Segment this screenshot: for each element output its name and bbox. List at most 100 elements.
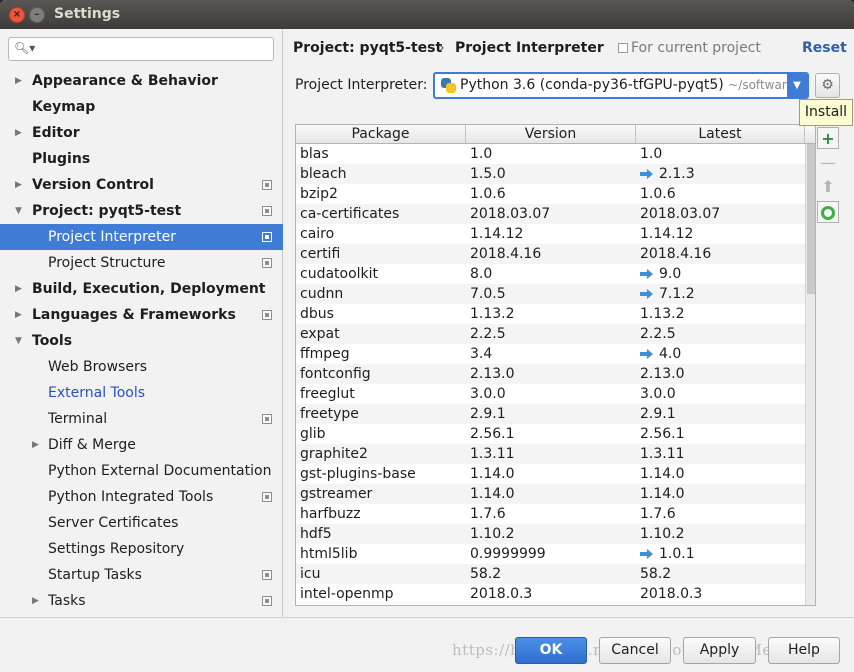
table-row[interactable]: gstreamer 1.14.0 1.14.0 xyxy=(296,484,805,504)
table-row[interactable]: dbus 1.13.2 1.13.2 xyxy=(296,304,805,324)
project-level-icon xyxy=(262,180,272,190)
column-header-package[interactable]: Package xyxy=(296,125,466,144)
sidebar-item[interactable]: ▼ Tools xyxy=(0,328,283,354)
minimize-window-button[interactable]: – xyxy=(29,7,45,23)
table-row[interactable]: fontconfig 2.13.0 2.13.0 xyxy=(296,364,805,384)
table-row[interactable]: certifi 2018.4.16 2018.4.16 xyxy=(296,244,805,264)
latest-cell: 2018.4.16 xyxy=(640,244,711,264)
column-header-version[interactable]: Version xyxy=(466,125,636,144)
install-package-button[interactable]: + xyxy=(817,127,839,149)
scope-label: For current project xyxy=(631,40,761,56)
table-row[interactable]: gst-plugins-base 1.14.0 1.14.0 xyxy=(296,464,805,484)
latest-version-text: 1.0 xyxy=(640,146,663,162)
sidebar-item[interactable]: ▶ Version Control xyxy=(0,172,283,198)
sidebar-item[interactable]: ▶ Diff & Merge xyxy=(0,432,283,458)
uninstall-package-button[interactable]: — xyxy=(817,152,839,174)
sidebar-item[interactable]: External Tools xyxy=(0,380,283,406)
cancel-button[interactable]: Cancel xyxy=(599,637,671,664)
sidebar-item[interactable]: ▶ Build, Execution, Deployment xyxy=(0,276,283,302)
package-name-cell: bleach xyxy=(300,166,347,182)
table-row[interactable]: cudatoolkit 8.0 9.0 xyxy=(296,264,805,284)
sidebar-item[interactable]: Plugins xyxy=(0,146,283,172)
chevron-right-icon[interactable]: ▶ xyxy=(15,68,25,94)
sidebar-item[interactable]: Web Browsers xyxy=(0,354,283,380)
sidebar-item[interactable]: Server Certificates xyxy=(0,510,283,536)
apply-button[interactable]: Apply xyxy=(683,637,756,664)
interpreter-name: Python 3.6 (conda-py36-tfGPU-pyqt5) xyxy=(460,77,724,93)
sidebar-item[interactable]: Startup Tasks xyxy=(0,562,283,588)
table-row[interactable]: blas 1.0 1.0 xyxy=(296,144,805,164)
sidebar-item[interactable]: Project Structure xyxy=(0,250,283,276)
latest-cell: 2.9.1 xyxy=(640,404,676,424)
chevron-right-icon[interactable]: ▶ xyxy=(32,588,42,614)
chevron-right-icon[interactable]: ▶ xyxy=(15,120,25,146)
help-button[interactable]: Help xyxy=(768,637,840,664)
latest-cell: 1.13.2 xyxy=(640,304,685,324)
package-toolbar: + — ⬆ xyxy=(816,124,842,606)
table-row[interactable]: cairo 1.14.12 1.14.12 xyxy=(296,224,805,244)
package-name-cell: glib xyxy=(300,426,326,442)
chevron-right-icon[interactable]: ▶ xyxy=(32,432,42,458)
sidebar-item[interactable]: ▶ Languages & Frameworks xyxy=(0,302,283,328)
chevron-down-icon[interactable]: ▼ xyxy=(787,74,807,97)
project-scope-icon xyxy=(618,43,628,53)
chevron-right-icon[interactable]: ▶ xyxy=(15,302,25,328)
version-cell: 2018.4.16 xyxy=(470,246,542,262)
dialog-footer: https://blog.csdn.net/StubbornForgeMe OK… xyxy=(0,617,854,672)
table-row[interactable]: glib 2.56.1 2.56.1 xyxy=(296,424,805,444)
gear-icon: ⚙ xyxy=(821,77,834,93)
sidebar-item[interactable]: Terminal xyxy=(0,406,283,432)
table-row[interactable]: bleach 1.5.0 2.1.3 xyxy=(296,164,805,184)
table-row[interactable]: harfbuzz 1.7.6 1.7.6 xyxy=(296,504,805,524)
upgrade-package-button[interactable]: ⬆ xyxy=(817,176,839,198)
table-row[interactable]: freetype 2.9.1 2.9.1 xyxy=(296,404,805,424)
use-conda-button[interactable] xyxy=(817,201,839,223)
table-row[interactable]: graphite2 1.3.11 1.3.11 xyxy=(296,444,805,464)
sidebar-item[interactable]: Settings Repository xyxy=(0,536,283,562)
package-name-cell: html5lib xyxy=(300,546,358,562)
table-row[interactable]: intel-openmp 2018.0.3 2018.0.3 xyxy=(296,584,805,604)
table-row[interactable]: ffmpeg 3.4 4.0 xyxy=(296,344,805,364)
latest-cell: 1.14.0 xyxy=(640,464,685,484)
sidebar-item[interactable]: ▶ Tasks xyxy=(0,588,283,614)
chevron-right-icon[interactable]: ▶ xyxy=(15,276,25,302)
table-row[interactable]: icu 58.2 58.2 xyxy=(296,564,805,584)
package-name-cell: hdf5 xyxy=(300,526,332,542)
table-row[interactable]: ca-certificates 2018.03.07 2018.03.07 xyxy=(296,204,805,224)
table-header: Package Version Latest xyxy=(296,125,815,144)
sidebar-item[interactable]: Project Interpreter xyxy=(0,224,283,250)
sidebar-item[interactable]: ▶ Appearance & Behavior xyxy=(0,68,283,94)
search-icon: 🔍︎▾ xyxy=(14,41,36,55)
table-row[interactable]: cudnn 7.0.5 7.1.2 xyxy=(296,284,805,304)
sidebar-item[interactable]: ▼ Project: pyqt5-test xyxy=(0,198,283,224)
search-input[interactable] xyxy=(35,40,267,58)
sidebar-item[interactable]: Keymap xyxy=(0,94,283,120)
close-window-button[interactable]: × xyxy=(9,7,25,23)
interpreter-dropdown[interactable]: Python 3.6 (conda-py36-tfGPU-pyqt5) ~/so… xyxy=(433,72,809,99)
sidebar-item[interactable]: Python Integrated Tools xyxy=(0,484,283,510)
table-row[interactable]: expat 2.2.5 2.2.5 xyxy=(296,324,805,344)
table-scrollbar[interactable] xyxy=(805,144,815,605)
package-name-cell: intel-openmp xyxy=(300,586,394,602)
table-row[interactable]: hdf5 1.10.2 1.10.2 xyxy=(296,524,805,544)
ok-button[interactable]: OK xyxy=(515,637,587,664)
latest-version-text: 1.0.1 xyxy=(659,546,695,562)
chevron-down-icon[interactable]: ▼ xyxy=(15,198,25,224)
chevron-down-icon[interactable]: ▼ xyxy=(15,328,25,354)
breadcrumb-project[interactable]: Project: pyqt5-test xyxy=(293,40,442,56)
interpreter-settings-button[interactable]: ⚙ xyxy=(815,73,840,98)
sidebar-item[interactable]: ▶ Editor xyxy=(0,120,283,146)
table-row[interactable]: html5lib 0.9999999 1.0.1 xyxy=(296,544,805,564)
page-title: Project Interpreter xyxy=(455,40,604,56)
table-row[interactable]: bzip2 1.0.6 1.0.6 xyxy=(296,184,805,204)
sidebar-item-label: Version Control xyxy=(32,177,154,193)
latest-version-text: 7.1.2 xyxy=(659,286,695,302)
sidebar-item-label: Python Integrated Tools xyxy=(48,489,214,505)
reset-link[interactable]: Reset xyxy=(802,40,847,56)
scrollbar-thumb[interactable] xyxy=(807,144,815,294)
settings-search[interactable]: 🔍︎▾ xyxy=(8,37,274,61)
table-row[interactable]: freeglut 3.0.0 3.0.0 xyxy=(296,384,805,404)
chevron-right-icon[interactable]: ▶ xyxy=(15,172,25,198)
column-header-latest[interactable]: Latest xyxy=(636,125,805,144)
sidebar-item[interactable]: Python External Documentation xyxy=(0,458,283,484)
